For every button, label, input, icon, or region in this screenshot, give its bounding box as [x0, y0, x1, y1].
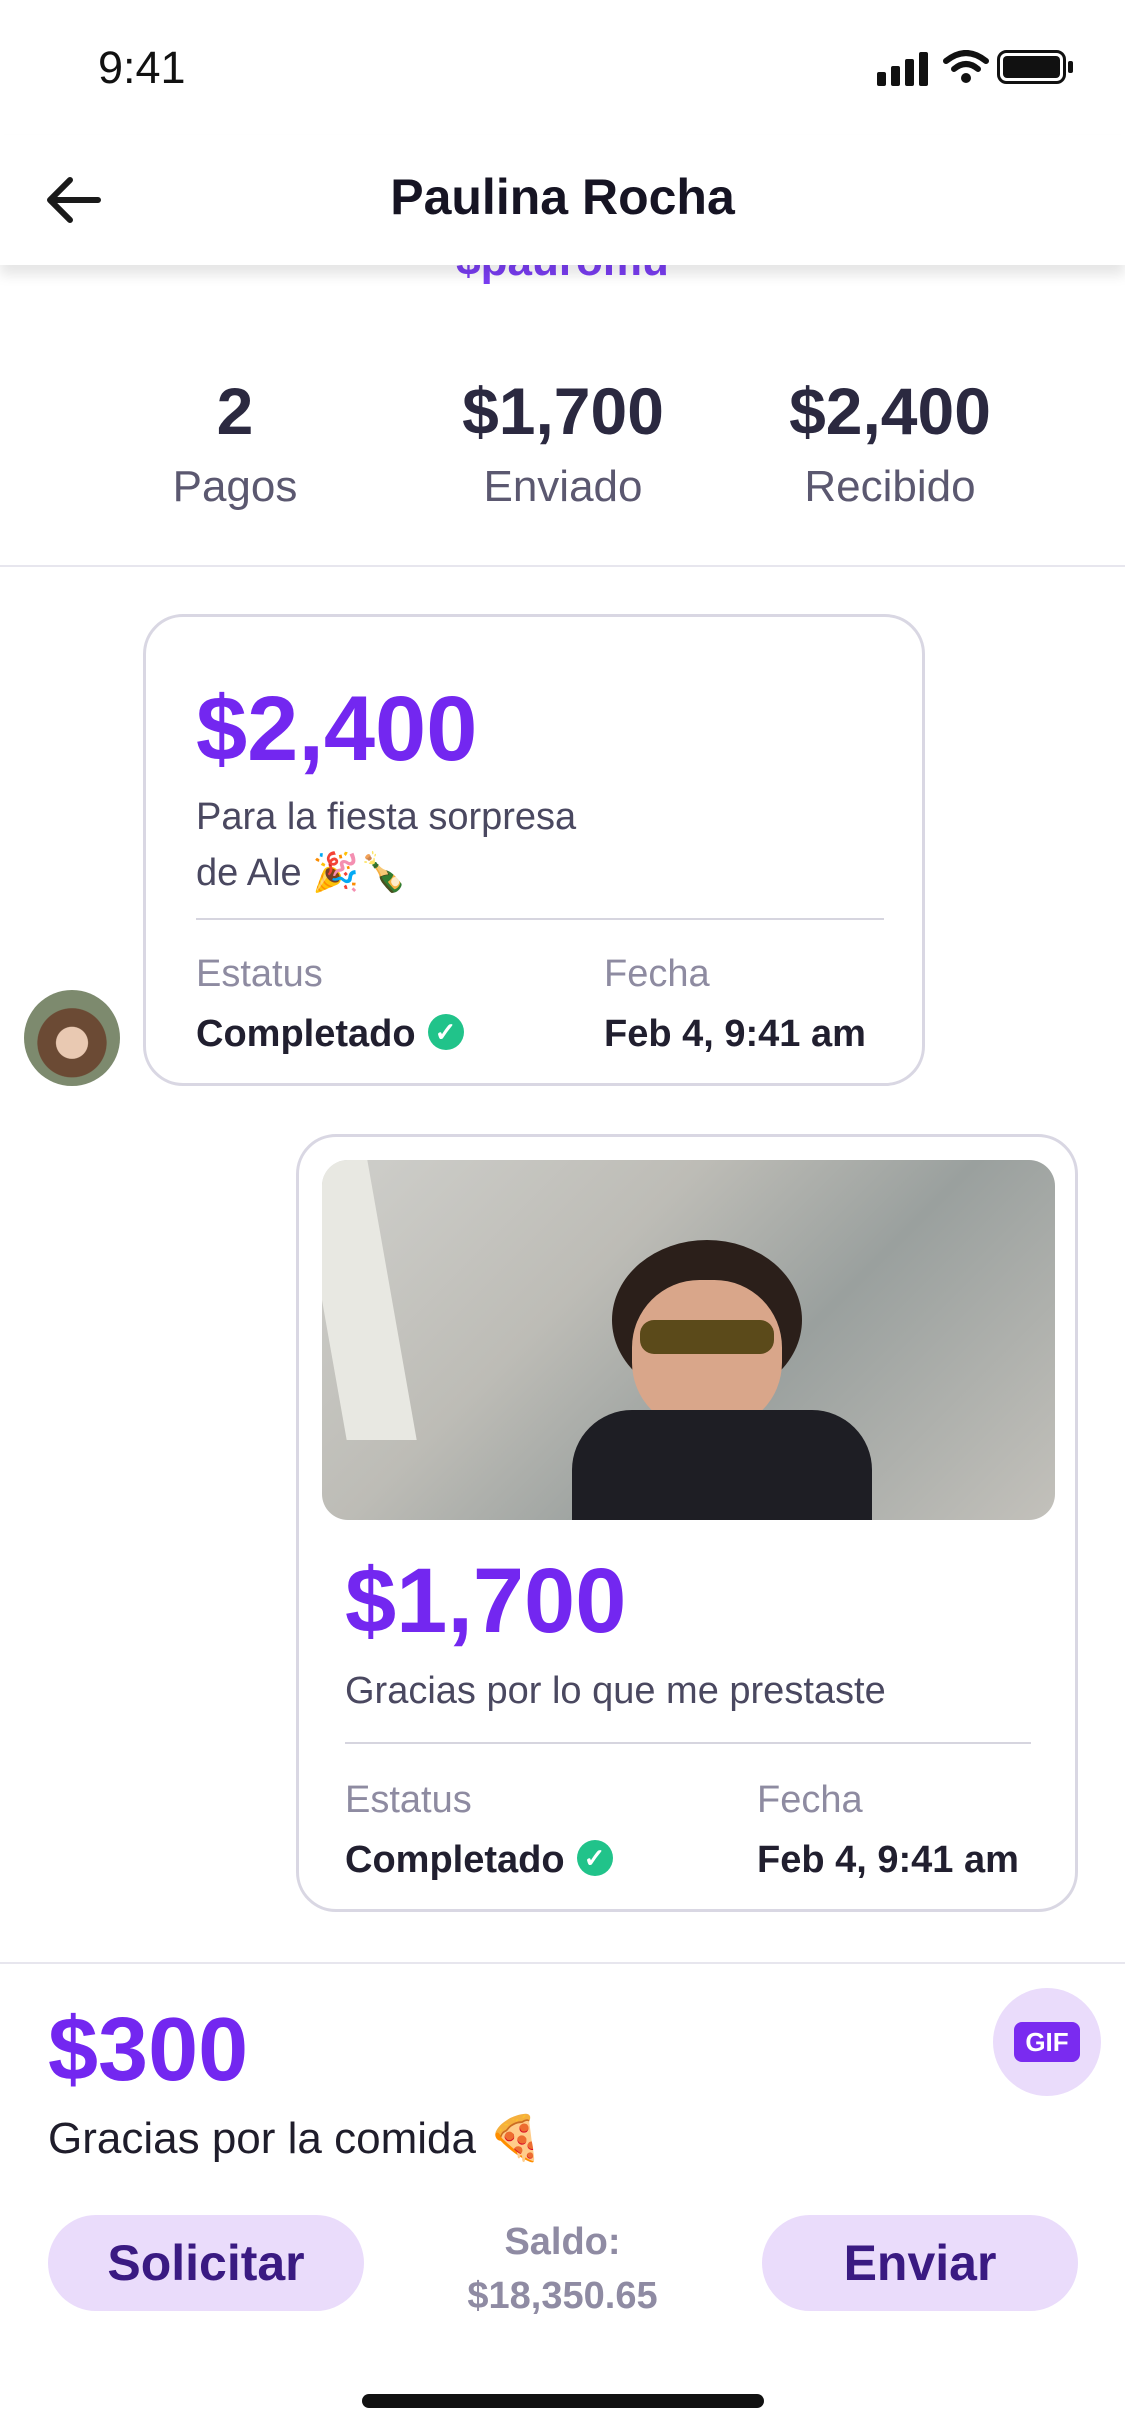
check-circle-icon: ✓ [576, 1839, 613, 1876]
gif-image[interactable] [322, 1160, 1055, 1520]
draft-amount[interactable]: $300 [48, 2005, 248, 2095]
status-text: Completado [196, 1013, 416, 1055]
date-label: Fecha [757, 1779, 863, 1821]
payment-card[interactable]: $2,400 Para la fiesta sorpresa de Ale 🎉🍾… [143, 614, 925, 1086]
card-divider [345, 1742, 1031, 1744]
gif-icon: GIF [1014, 2022, 1080, 2062]
divider [0, 565, 1125, 567]
payment-note: Gracias por lo que me prestaste [345, 1670, 886, 1712]
payment-note-line: Para la fiesta sorpresa [196, 796, 577, 838]
stat-received: $2,400 Recibido [740, 378, 1040, 512]
request-button[interactable]: Solicitar [48, 2215, 364, 2311]
payment-amount: $1,700 [345, 1550, 627, 1652]
stat-value: 2 [216, 374, 254, 448]
send-button[interactable]: Enviar [762, 2215, 1078, 2311]
payment-amount: $2,400 [196, 678, 478, 780]
stat-value: $2,400 [789, 374, 991, 448]
status-value: Completado ✓ [345, 1839, 613, 1882]
balance: Saldo: $18,350.65 [440, 2215, 685, 2323]
stat-payments: 2 Pagos [85, 378, 385, 512]
payment-note-line: de Ale 🎉🍾 [196, 852, 407, 894]
stat-value: $1,700 [462, 374, 664, 448]
card-divider [196, 918, 884, 920]
balance-label: Saldo: [504, 2221, 621, 2263]
signal-icon [877, 52, 928, 86]
battery-icon [997, 50, 1073, 84]
status-label: Estatus [196, 953, 323, 995]
stat-label: Recibido [804, 462, 976, 511]
draft-note[interactable]: Gracias por la comida 🍕 [48, 2112, 543, 2164]
stat-label: Pagos [172, 462, 298, 511]
gif-button[interactable]: GIF [993, 1988, 1101, 2096]
stat-label: Enviado [483, 462, 643, 511]
payment-note: Para la fiesta sorpresa de Ale 🎉🍾 [196, 789, 576, 901]
date-label: Fecha [604, 953, 710, 995]
wifi-icon [943, 50, 989, 83]
status-label: Estatus [345, 1779, 472, 1821]
status-icons [877, 48, 1077, 92]
status-time: 9:41 [98, 42, 186, 93]
status-text: Completado [345, 1839, 565, 1881]
stat-sent: $1,700 Enviado [413, 378, 713, 512]
composer-divider [0, 1962, 1125, 1964]
payment-card[interactable]: $1,700 Gracias por lo que me prestaste E… [296, 1134, 1078, 1912]
balance-value: $18,350.65 [467, 2275, 658, 2317]
avatar[interactable] [24, 990, 120, 1086]
date-value: Feb 4, 9:41 am [757, 1839, 1019, 1881]
date-value: Feb 4, 9:41 am [604, 1013, 866, 1055]
check-circle-icon: ✓ [427, 1013, 464, 1050]
home-indicator [362, 2394, 764, 2408]
status-value: Completado ✓ [196, 1013, 464, 1056]
page-title: Paulina Rocha [390, 169, 735, 225]
